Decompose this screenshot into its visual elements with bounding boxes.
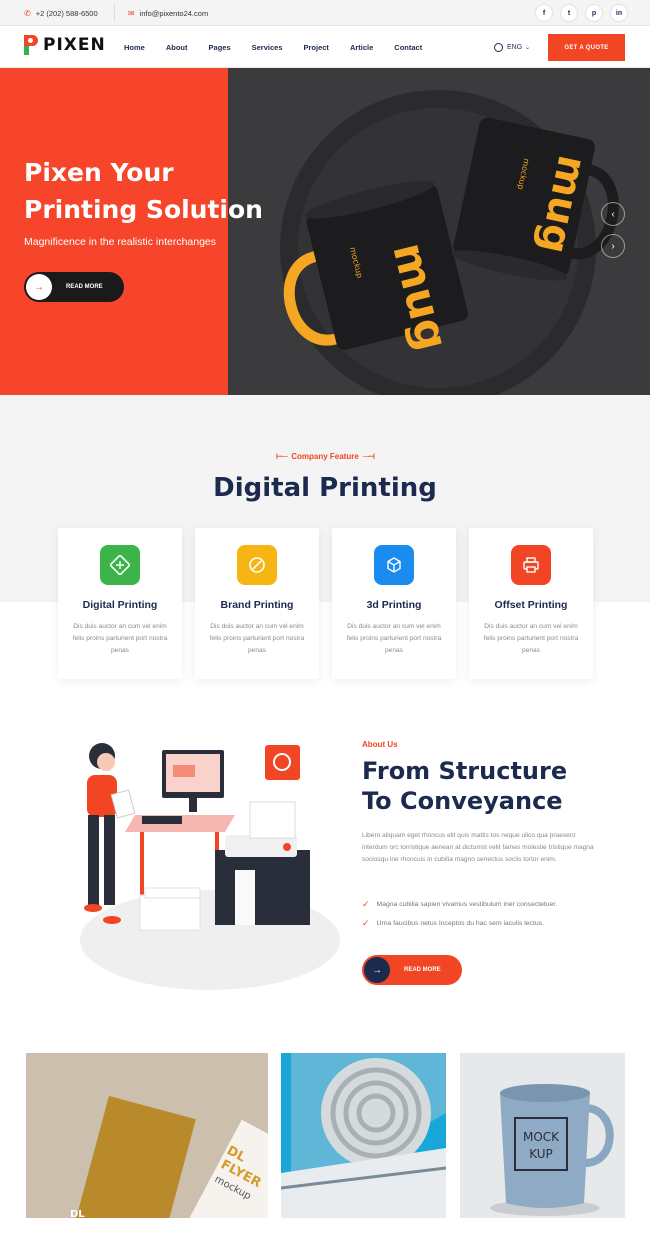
about-button-label: READ MORE	[404, 967, 441, 973]
email-contact[interactable]: ✉ info@pixento24.com	[128, 0, 208, 26]
feature-text: Dis duis auctor an cum vel enim felis pr…	[346, 623, 442, 654]
magazine-roll-image	[281, 1053, 446, 1218]
3d-print-icon	[374, 545, 414, 585]
hero-read-more-button[interactable]: → READ MORE	[24, 272, 124, 302]
feature-text: Dis duis auctor an cum vel enim felis pr…	[209, 623, 305, 654]
nav-item-about[interactable]: About	[166, 43, 188, 52]
mail-icon: ✉	[128, 8, 135, 18]
phone-icon: ✆	[24, 8, 31, 18]
gallery-magazine[interactable]	[281, 1053, 446, 1218]
language-label: ENG	[507, 43, 523, 51]
about-text: Libero aliquam eget rhoncus elit quis ma…	[362, 832, 594, 863]
features-tag: ⊢─ Company Feature ─⊣	[275, 452, 375, 461]
svg-text:DL: DL	[70, 1209, 85, 1218]
pinterest-icon[interactable]: p	[585, 4, 603, 22]
printer-icon	[511, 545, 551, 585]
hero-button-label: READ MORE	[66, 284, 103, 290]
digital-print-icon	[100, 545, 140, 585]
about-title: From Structure To Conveyance	[362, 757, 568, 815]
about-read-more-button[interactable]: → READ MORE	[362, 955, 462, 985]
gallery-flyer[interactable]: DL FLYER mockup DL	[26, 1053, 268, 1218]
main-nav: PIXEN Home About Pages Services Project …	[0, 26, 650, 68]
nav-item-contact[interactable]: Contact	[394, 43, 422, 52]
get-quote-button[interactable]: GET A QUOTE	[548, 34, 625, 61]
linkedin-icon[interactable]: in	[610, 4, 628, 22]
language-selector[interactable]: ENG ⌄	[494, 26, 530, 68]
hero-subtitle: Magnificence in the realistic interchang…	[24, 236, 217, 248]
logo-text: PIXEN	[43, 35, 106, 55]
arrow-right-icon: →	[26, 274, 52, 300]
logo-icon	[24, 35, 38, 55]
feature-title: Brand Printing	[220, 599, 294, 611]
hero-title: Pixen Your Printing Solution	[24, 158, 263, 224]
feature-card[interactable]: Brand Printing Dis duis auctor an cum ve…	[195, 528, 319, 679]
check-item: ✓ Magna cubilia sapien vivamus vestibulu…	[362, 899, 558, 909]
gallery-mug[interactable]: MOCK KUP	[460, 1053, 625, 1218]
feature-card[interactable]: Offset Printing Dis duis auctor an cum v…	[469, 528, 593, 679]
flyer-image: DL FLYER mockup DL	[26, 1053, 268, 1218]
facebook-icon[interactable]: f	[535, 4, 553, 22]
svg-text:MOCK: MOCK	[523, 1130, 560, 1144]
chevron-down-icon: ⌄	[525, 44, 531, 51]
phone-number: +2 (202) 588-6500	[35, 8, 98, 18]
chevron-right-icon: ›	[611, 240, 615, 252]
feature-title: 3d Printing	[366, 599, 422, 611]
check-icon: ✓	[362, 899, 370, 909]
mug-mockup-image: MOCK KUP	[460, 1053, 625, 1218]
feature-title: Offset Printing	[494, 599, 568, 611]
feature-card[interactable]: 3d Printing Dis duis auctor an cum vel e…	[332, 528, 456, 679]
brand-print-icon	[237, 545, 277, 585]
slider-next-arrow[interactable]: ›	[601, 234, 625, 258]
svg-text:KUP: KUP	[529, 1147, 553, 1161]
nav-item-project[interactable]: Project	[304, 43, 329, 52]
slider-prev-arrow[interactable]: ‹	[601, 202, 625, 226]
features-title: Digital Printing	[213, 473, 437, 503]
check-icon: ✓	[362, 918, 370, 928]
feature-card[interactable]: Digital Printing Dis duis auctor an cum …	[58, 528, 182, 679]
office-illustration	[80, 743, 340, 990]
divider	[114, 4, 115, 22]
hero-left-panel	[0, 68, 228, 395]
email-address: info@pixento24.com	[139, 8, 209, 18]
phone-contact[interactable]: ✆ +2 (202) 588-6500	[24, 0, 98, 26]
about-tag: About Us	[362, 740, 398, 749]
nav-item-services[interactable]: Services	[252, 43, 283, 52]
feature-text: Dis duis auctor an cum vel enim felis pr…	[72, 623, 168, 654]
arrow-right-icon: →	[364, 957, 390, 983]
mug-illustration: mug mockup mug mockup	[280, 90, 619, 395]
chevron-left-icon: ‹	[611, 208, 615, 220]
globe-icon	[494, 42, 503, 52]
nav-item-pages[interactable]: Pages	[209, 43, 231, 52]
social-links: f t p in	[535, 4, 628, 22]
twitter-icon[interactable]: t	[560, 4, 578, 22]
feature-text: Dis duis auctor an cum vel enim felis pr…	[483, 623, 579, 654]
hero-slider: mug mockup mug mockup Pixen Your Printin…	[0, 68, 650, 395]
logo[interactable]: PIXEN	[24, 35, 106, 55]
top-bar: ✆ +2 (202) 588-6500 ✉ info@pixento24.com…	[0, 0, 650, 26]
nav-item-home[interactable]: Home	[124, 43, 145, 52]
check-item: ✓ Urna faucibus netus Inceptos du hac se…	[362, 918, 544, 928]
nav-menu: Home About Pages Services Project Articl…	[124, 26, 443, 68]
feature-title: Digital Printing	[82, 599, 158, 611]
nav-item-article[interactable]: Article	[350, 43, 373, 52]
hero-image: mug mockup mug mockup	[228, 68, 650, 395]
